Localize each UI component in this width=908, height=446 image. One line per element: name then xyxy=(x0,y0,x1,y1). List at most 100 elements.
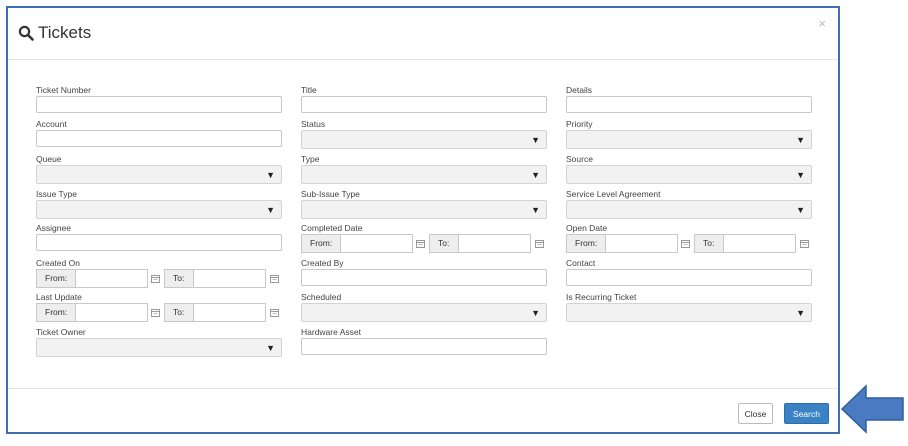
account-label: Account xyxy=(36,119,67,129)
scheduled-group: Scheduled ▼ xyxy=(301,291,547,322)
issue-type-group: Issue Type ▼ xyxy=(36,188,282,219)
ticket-owner-select[interactable]: ▼ xyxy=(36,338,282,357)
chevron-down-icon: ▼ xyxy=(531,170,540,180)
scheduled-select[interactable]: ▼ xyxy=(301,303,547,322)
open-date-from-input[interactable] xyxy=(606,234,678,253)
chevron-down-icon: ▼ xyxy=(531,135,540,145)
source-group: Source ▼ xyxy=(566,153,812,184)
completed-date-from-label: From: xyxy=(301,234,341,253)
arrow-left-icon xyxy=(840,384,904,434)
calendar-icon[interactable] xyxy=(535,239,544,248)
status-group: Status ▼ xyxy=(301,118,547,149)
chevron-down-icon: ▼ xyxy=(266,170,275,180)
sla-group: Service Level Agreement ▼ xyxy=(566,188,812,219)
chevron-down-icon: ▼ xyxy=(796,135,805,145)
chevron-down-icon: ▼ xyxy=(796,170,805,180)
sla-label: Service Level Agreement xyxy=(566,189,661,199)
contact-label: Contact xyxy=(566,258,596,268)
ticket-search-form: Ticket Number Title Details Account Stat… xyxy=(36,84,816,374)
details-label: Details xyxy=(566,85,592,95)
ticket-owner-group: Ticket Owner ▼ xyxy=(36,326,282,357)
account-group: Account xyxy=(36,118,282,147)
assignee-label: Assignee xyxy=(36,223,71,233)
close-button[interactable]: Close xyxy=(738,403,773,424)
chevron-down-icon: ▼ xyxy=(796,205,805,215)
ticket-number-label: Ticket Number xyxy=(36,85,91,95)
last-update-to-input[interactable] xyxy=(194,303,266,322)
close-icon[interactable]: × xyxy=(818,16,826,31)
priority-label: Priority xyxy=(566,119,593,129)
open-date-to-input[interactable] xyxy=(724,234,796,253)
ticket-owner-label: Ticket Owner xyxy=(36,327,86,337)
calendar-icon[interactable] xyxy=(151,308,160,317)
open-date-from-label: From: xyxy=(566,234,606,253)
calendar-icon[interactable] xyxy=(270,274,279,283)
status-label: Status xyxy=(301,119,326,129)
ticket-number-input[interactable] xyxy=(36,96,282,113)
chevron-down-icon: ▼ xyxy=(266,205,275,215)
title-input[interactable] xyxy=(301,96,547,113)
created-by-label: Created By xyxy=(301,258,344,268)
contact-group: Contact xyxy=(566,257,812,286)
type-group: Type ▼ xyxy=(301,153,547,184)
sub-issue-type-group: Sub-Issue Type ▼ xyxy=(301,188,547,219)
hardware-asset-input[interactable] xyxy=(301,338,547,355)
calendar-icon[interactable] xyxy=(800,239,809,248)
created-on-to-input[interactable] xyxy=(194,269,266,288)
details-group: Details xyxy=(566,84,812,113)
last-update-from-label: From: xyxy=(36,303,76,322)
title-group: Title xyxy=(301,84,547,113)
calendar-icon[interactable] xyxy=(270,308,279,317)
chevron-down-icon: ▼ xyxy=(796,308,805,318)
last-update-from-input[interactable] xyxy=(76,303,148,322)
search-button[interactable]: Search xyxy=(784,403,829,424)
calendar-icon[interactable] xyxy=(151,274,160,283)
issue-type-select[interactable]: ▼ xyxy=(36,200,282,219)
is-recurring-select[interactable]: ▼ xyxy=(566,303,812,322)
completed-date-label: Completed Date xyxy=(301,223,363,233)
created-on-from-label: From: xyxy=(36,269,76,288)
type-select[interactable]: ▼ xyxy=(301,165,547,184)
title-label: Title xyxy=(301,85,317,95)
issue-type-label: Issue Type xyxy=(36,189,77,199)
created-on-from-input[interactable] xyxy=(76,269,148,288)
open-date-range: From: To: xyxy=(566,234,812,253)
last-update-range: From: To: xyxy=(36,303,282,322)
last-update-label: Last Update xyxy=(36,292,82,302)
source-select[interactable]: ▼ xyxy=(566,165,812,184)
search-icon xyxy=(18,25,34,41)
priority-select[interactable]: ▼ xyxy=(566,130,812,149)
tickets-modal: Tickets × Ticket Number Title Details Ac… xyxy=(6,6,840,434)
calendar-icon[interactable] xyxy=(416,239,425,248)
details-input[interactable] xyxy=(566,96,812,113)
modal-title: Tickets xyxy=(18,23,91,43)
completed-date-group: Completed Date From: To: xyxy=(301,222,547,253)
created-by-group: Created By xyxy=(301,257,547,286)
calendar-icon[interactable] xyxy=(681,239,690,248)
account-input[interactable] xyxy=(36,130,282,147)
sub-issue-type-select[interactable]: ▼ xyxy=(301,200,547,219)
sla-select[interactable]: ▼ xyxy=(566,200,812,219)
status-select[interactable]: ▼ xyxy=(301,130,547,149)
created-by-input[interactable] xyxy=(301,269,547,286)
chevron-down-icon: ▼ xyxy=(531,308,540,318)
completed-date-from-input[interactable] xyxy=(341,234,413,253)
open-date-label: Open Date xyxy=(566,223,608,233)
completed-date-to-label: To: xyxy=(429,234,459,253)
modal-footer: Close Search xyxy=(8,388,838,434)
queue-select[interactable]: ▼ xyxy=(36,165,282,184)
created-on-range: From: To: xyxy=(36,269,282,288)
assignee-input[interactable] xyxy=(36,234,282,251)
sub-issue-type-label: Sub-Issue Type xyxy=(301,189,360,199)
created-on-label: Created On xyxy=(36,258,80,268)
assignee-group: Assignee xyxy=(36,222,282,251)
contact-input[interactable] xyxy=(566,269,812,286)
modal-title-text: Tickets xyxy=(38,23,92,42)
chevron-down-icon: ▼ xyxy=(531,205,540,215)
hardware-asset-label: Hardware Asset xyxy=(301,327,361,337)
priority-group: Priority ▼ xyxy=(566,118,812,149)
type-label: Type xyxy=(301,154,320,164)
scheduled-label: Scheduled xyxy=(301,292,342,302)
completed-date-to-input[interactable] xyxy=(459,234,531,253)
modal-header: Tickets × xyxy=(8,8,838,60)
